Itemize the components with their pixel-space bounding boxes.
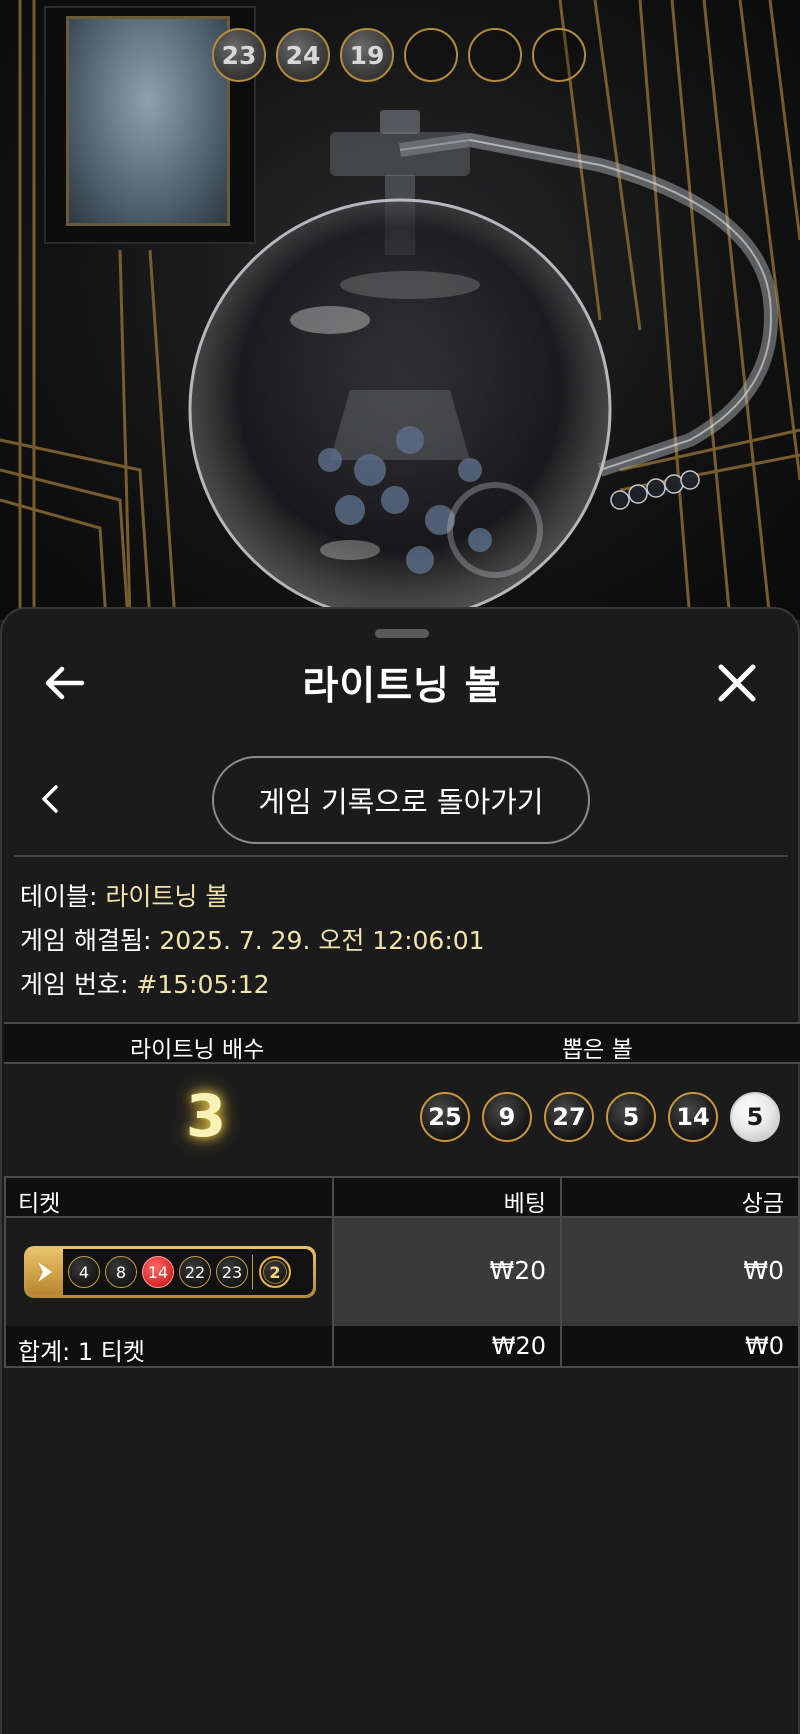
- drawn-ball: 5: [606, 1092, 656, 1142]
- total-row: 합계: 1 티켓 ₩20 ₩0: [4, 1326, 800, 1368]
- lightning-multiplier-value: 3: [185, 1082, 227, 1150]
- drawn-ball: 25: [420, 1092, 470, 1142]
- live-stream-video: 23 24 19: [0, 0, 800, 620]
- chevron-left-icon[interactable]: [36, 781, 66, 817]
- back-to-history-button[interactable]: 게임 기록으로 돌아가기: [212, 756, 590, 844]
- lightning-logo-icon: [27, 1249, 63, 1295]
- ticket-number: 23: [216, 1256, 248, 1288]
- drawn-balls-header: 뽑은 볼: [562, 1037, 633, 1063]
- ticket-number: 4: [68, 1256, 100, 1288]
- info-table: 테이블: 라이트닝 볼: [20, 877, 228, 913]
- win-column-header: 상금: [741, 1191, 784, 1217]
- info-label: 테이블:: [20, 882, 98, 911]
- ticket-number-matched: 14: [142, 1256, 174, 1288]
- table-row: 4 8 14 22 23 2 ₩20 ₩0: [4, 1218, 800, 1326]
- drawn-ball-empty-slot: [404, 28, 458, 82]
- drawn-balls-list: 25 9 27 5 14 5: [420, 1092, 780, 1142]
- ticket-bonus-ball: 2: [259, 1256, 291, 1288]
- total-win: ₩0: [745, 1332, 784, 1360]
- close-icon[interactable]: [711, 657, 763, 709]
- total-label: 합계: 1 티켓: [18, 1338, 145, 1366]
- info-value: 2025. 7. 29. 오전 12:06:01: [159, 926, 485, 955]
- multiplier-header: 라이트닝 배수: [130, 1037, 265, 1063]
- bet-amount: ₩20: [489, 1256, 546, 1285]
- ticket-separator: [252, 1255, 253, 1289]
- result-row: 3 25 9 27 5 14 5: [4, 1064, 800, 1174]
- drawn-ball: 9: [482, 1092, 532, 1142]
- sheet-title: 라이트닝 볼: [302, 664, 502, 709]
- bonus-ball: 5: [730, 1092, 780, 1142]
- drawn-ball: 23: [212, 28, 266, 82]
- game-history-sheet: 라이트닝 볼 게임 기록으로 돌아가기 테이블: 라이트닝 볼 게임 해결됨: …: [0, 607, 800, 1734]
- sheet-drag-handle[interactable]: [375, 629, 429, 638]
- info-game-number: 게임 번호: #15:05:12: [20, 965, 270, 1001]
- ticket-table-header: 티켓 베팅 상금: [4, 1176, 800, 1218]
- divider: [14, 855, 788, 857]
- monitor-screen: [66, 16, 230, 226]
- total-bet: ₩20: [491, 1332, 546, 1360]
- drawn-ball-empty-slot: [532, 28, 586, 82]
- bet-column-header: 베팅: [503, 1191, 546, 1217]
- drawn-ball: 27: [544, 1092, 594, 1142]
- info-value: 라이트닝 볼: [105, 882, 229, 911]
- drawn-ball: 19: [340, 28, 394, 82]
- result-header: 라이트닝 배수 뽑은 볼: [4, 1022, 800, 1064]
- ticket-chip: 4 8 14 22 23 2: [24, 1246, 316, 1298]
- drawn-balls-strip: 23 24 19: [212, 28, 586, 82]
- ticket-numbers: 4 8 14 22 23: [68, 1256, 248, 1288]
- ticket-column-header: 티켓: [18, 1191, 61, 1217]
- drawn-ball: 24: [276, 28, 330, 82]
- ticket-number: 8: [105, 1256, 137, 1288]
- drawn-ball: 14: [668, 1092, 718, 1142]
- drawn-ball-empty-slot: [468, 28, 522, 82]
- info-resolved: 게임 해결됨: 2025. 7. 29. 오전 12:06:01: [20, 921, 485, 957]
- win-amount: ₩0: [743, 1256, 784, 1285]
- info-value: #15:05:12: [136, 970, 270, 999]
- info-label: 게임 해결됨:: [20, 926, 152, 955]
- info-label: 게임 번호:: [20, 970, 129, 999]
- ticket-number: 22: [179, 1256, 211, 1288]
